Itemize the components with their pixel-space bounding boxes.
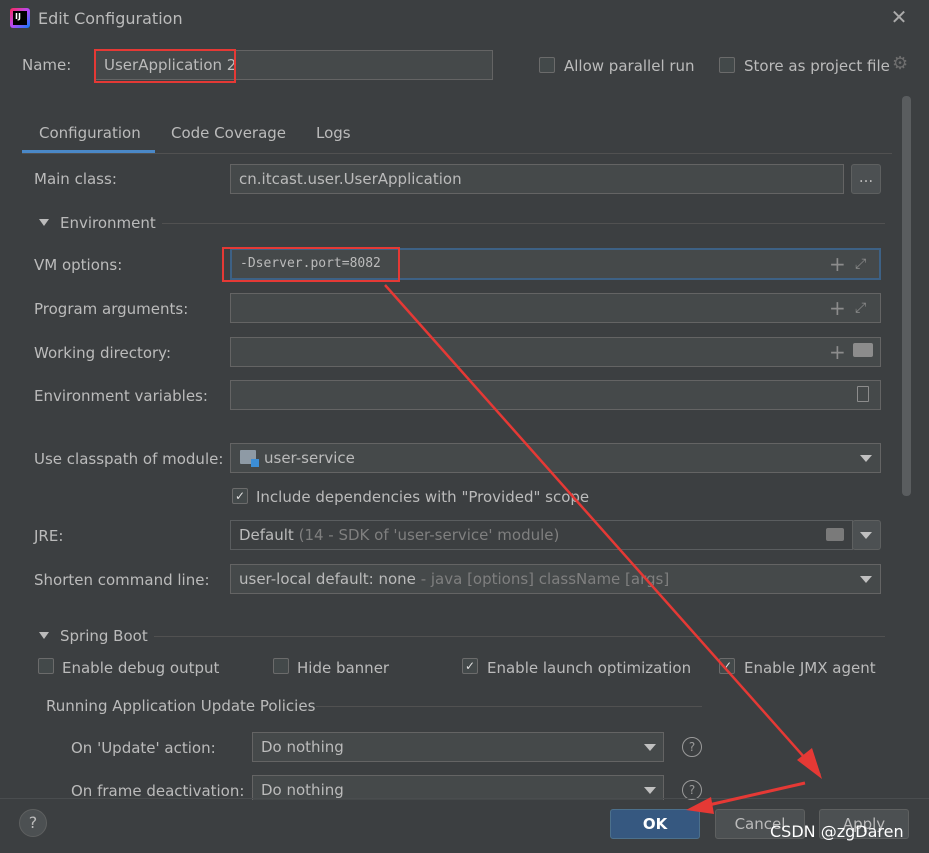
annotation-arrow-to-ok — [699, 781, 806, 809]
annotation-arrowhead-ok — [686, 797, 714, 814]
csdn-watermark: CSDN @zgDaren — [770, 822, 904, 841]
annotation-arrow-line — [384, 284, 821, 776]
annotation-arrows — [384, 284, 822, 814]
